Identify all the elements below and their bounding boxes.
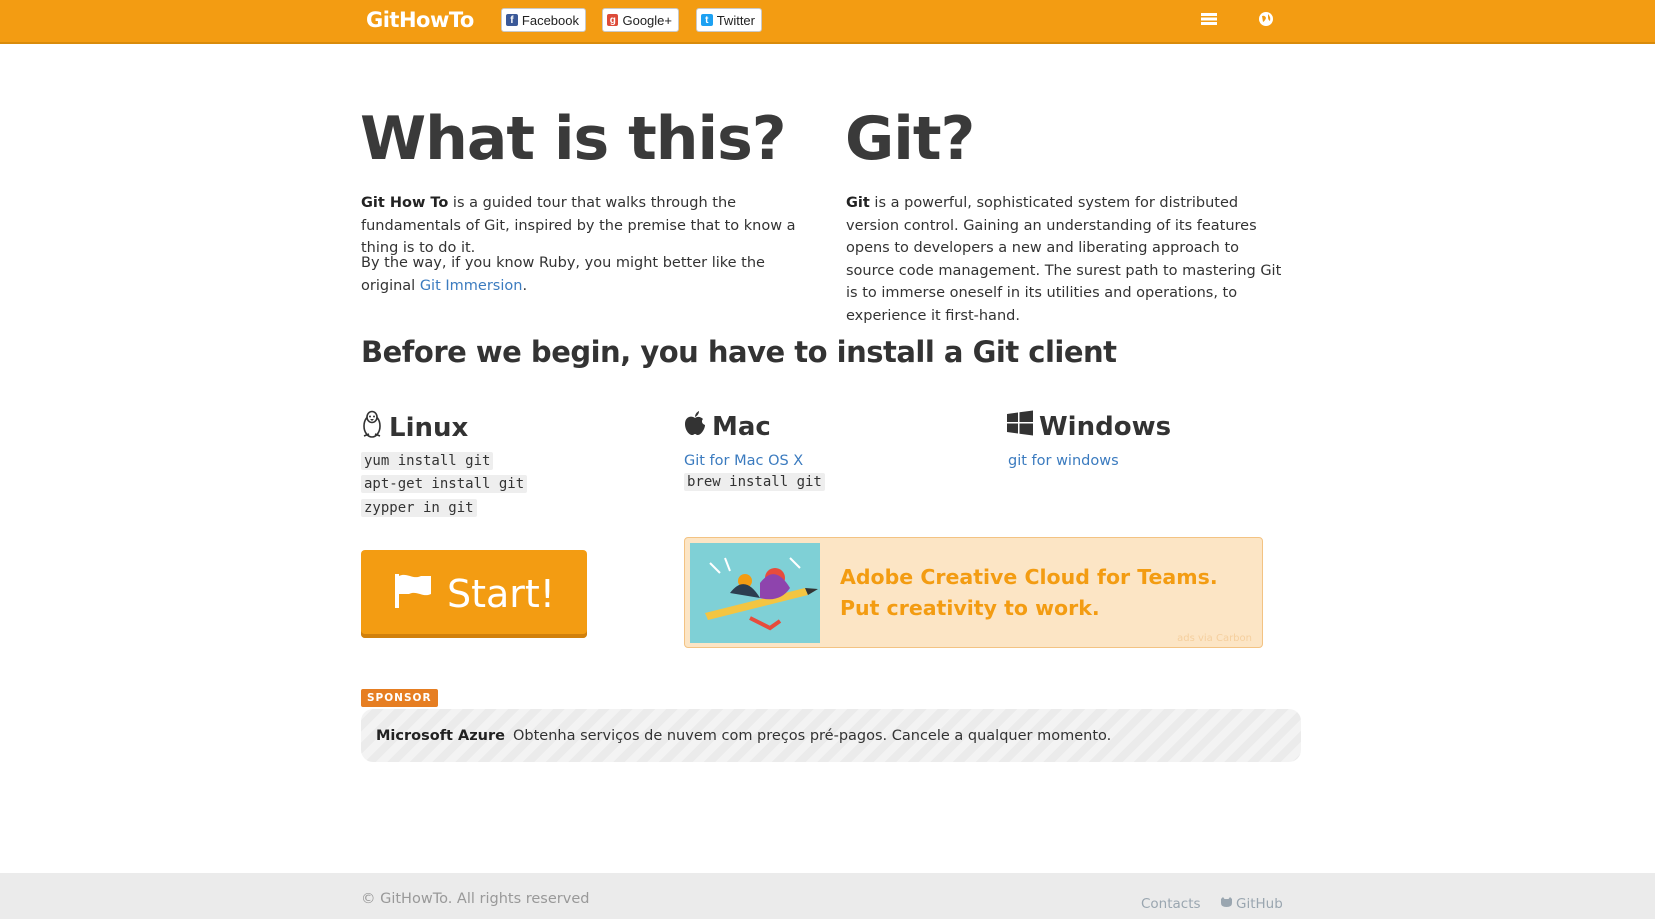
- facebook-share-label: Facebook: [521, 12, 579, 28]
- sponsor-banner[interactable]: Microsoft Azure Obtenha serviços de nuve…: [361, 709, 1301, 762]
- intro-bold: Git How To: [361, 195, 449, 211]
- linux-penguin-svg: [363, 410, 381, 438]
- windows-icon: [1007, 410, 1033, 443]
- footer-github-label: GitHub: [1236, 896, 1283, 912]
- linux-command-apt: apt-get install git: [361, 475, 528, 493]
- linux-title: Linux: [389, 412, 469, 443]
- git-bold: Git: [846, 195, 870, 211]
- list-icon-svg: [1201, 13, 1217, 25]
- ruby-paragraph: By the way, if you know Ruby, you might …: [361, 252, 816, 297]
- linux-command-zypper: zypper in git: [361, 499, 477, 517]
- windows-heading: Windows: [1007, 410, 1171, 443]
- carbon-ad[interactable]: Adobe Creative Cloud for Teams. Put crea…: [684, 537, 1263, 648]
- footer-copyright: © GitHowTo. All rights reserved: [361, 891, 590, 907]
- git-mac-link[interactable]: Git for Mac OS X: [684, 450, 803, 473]
- ad-credit[interactable]: ads via Carbon: [1177, 633, 1252, 644]
- start-button[interactable]: Start!: [361, 550, 587, 638]
- sponsor-name: Microsoft Azure: [376, 727, 505, 744]
- facebook-icon: f: [506, 14, 518, 26]
- git-title: Git?: [845, 104, 975, 174]
- top-navbar: GitHowTo f Facebook g Google+ t Twitter: [0, 0, 1655, 44]
- windows-title: Windows: [1039, 411, 1172, 442]
- start-label: Start!: [446, 572, 556, 616]
- github-icon-svg: [1221, 897, 1232, 907]
- page-footer: © GitHowTo. All rights reserved Contacts…: [0, 873, 1655, 919]
- facebook-share-button[interactable]: f Facebook: [501, 8, 586, 32]
- sponsor-badge: SPONSOR: [361, 689, 438, 707]
- mac-command-brew: brew install git: [684, 473, 825, 491]
- list-icon[interactable]: [1200, 11, 1220, 31]
- footer-github-link[interactable]: GitHub: [1220, 896, 1283, 912]
- globe-icon[interactable]: [1258, 11, 1278, 31]
- ruby-end: .: [522, 277, 528, 294]
- mac-heading: Mac: [684, 410, 771, 443]
- git-paragraph: Git is a powerful, sophisticated system …: [846, 192, 1286, 327]
- flag-icon-svg: [394, 573, 431, 608]
- flag-icon: [393, 572, 433, 617]
- sponsor-text: Obtenha serviços de nuvem com preços pré…: [512, 727, 1112, 744]
- twitter-share-label: Twitter: [716, 12, 755, 28]
- ad-illustration-svg: [690, 543, 820, 643]
- install-heading: Before we begin, you have to install a G…: [361, 335, 1117, 369]
- globe-icon-svg: [1259, 12, 1273, 26]
- twitter-share-button[interactable]: t Twitter: [696, 8, 762, 32]
- github-icon: [1220, 896, 1233, 912]
- mac-title: Mac: [712, 411, 771, 442]
- apple-icon: [684, 410, 706, 443]
- git-windows-link[interactable]: git for windows: [1008, 450, 1119, 473]
- footer-contacts-link[interactable]: Contacts: [1141, 896, 1201, 912]
- site-brand[interactable]: GitHowTo: [366, 8, 474, 32]
- linux-penguin-icon: [361, 410, 383, 445]
- intro-title: What is this?: [360, 104, 787, 174]
- git-text: is a powerful, sophisticated system for …: [846, 195, 1282, 324]
- apple-icon-svg: [685, 411, 705, 435]
- google-plus-icon: g: [607, 14, 619, 26]
- ad-illustration-image: [690, 543, 820, 643]
- ad-headline[interactable]: Adobe Creative Cloud for Teams. Put crea…: [840, 562, 1230, 624]
- google-plus-share-button[interactable]: g Google+: [602, 8, 679, 32]
- linux-heading: Linux: [361, 410, 468, 445]
- linux-command-yum: yum install git: [361, 452, 494, 470]
- intro-paragraph: Git How To is a guided tour that walks t…: [361, 192, 816, 260]
- twitter-icon: t: [701, 14, 713, 26]
- git-immersion-link[interactable]: Git Immersion: [420, 278, 523, 294]
- google-plus-share-label: Google+: [622, 12, 672, 28]
- windows-icon-svg: [1007, 410, 1033, 436]
